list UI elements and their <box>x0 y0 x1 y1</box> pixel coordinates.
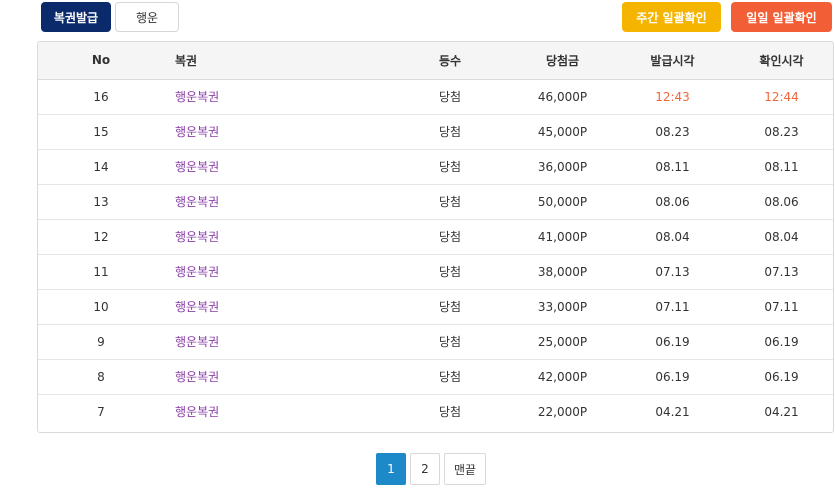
table-row: 13 행운복권 당첨 50,000P 08.06 08.06 <box>38 183 833 219</box>
row-issued-at: 08.04 <box>615 218 730 254</box>
row-issued-at: 08.11 <box>615 148 730 184</box>
row-no: 7 <box>38 393 164 429</box>
row-no: 9 <box>38 323 164 359</box>
header-prize: 당첨금 <box>510 42 615 80</box>
row-prize: 33,000P <box>510 288 615 324</box>
row-prize: 22,000P <box>510 393 615 429</box>
lottery-table: No 복권 등수 당첨금 발급시각 확인시각 16 행운복권 당첨 46,000P 12… <box>38 42 833 429</box>
row-prize: 41,000P <box>510 218 615 254</box>
lottery-name-link[interactable]: 행운복권 <box>164 183 390 219</box>
row-rank: 당첨 <box>390 113 510 149</box>
row-no: 16 <box>93 89 109 104</box>
row-prize: 45,000P <box>510 113 615 149</box>
row-no: 15 <box>38 113 164 149</box>
row-rank: 당첨 <box>390 218 510 254</box>
table-row: 8 행운복권 당첨 42,000P 06.19 06.19 <box>38 358 833 394</box>
row-no: 11 <box>38 253 164 289</box>
row-rank: 당첨 <box>390 183 510 219</box>
header-no: No <box>38 42 164 80</box>
lottery-name-link[interactable]: 행운복권 <box>164 358 390 394</box>
luck-tab-button[interactable]: 행운 <box>115 2 179 32</box>
row-rank: 당첨 <box>390 323 510 359</box>
row-prize: 36,000P <box>510 148 615 184</box>
row-checked-at: 06.19 <box>730 323 833 359</box>
row-checked-at: 07.11 <box>730 288 833 324</box>
row-checked-at: 08.23 <box>730 113 833 149</box>
lottery-name-link[interactable]: 행운복권 <box>164 253 390 289</box>
row-prize: 38,000P <box>510 253 615 289</box>
row-no: 12 <box>38 218 164 254</box>
row-no: 8 <box>38 358 164 394</box>
row-checked-at: 07.13 <box>730 253 833 289</box>
table-row: 14 행운복권 당첨 36,000P 08.11 08.11 <box>38 148 833 184</box>
header-rank: 등수 <box>390 42 510 80</box>
lottery-name-link[interactable]: 행운복권 <box>164 148 390 184</box>
row-issued-at: 07.13 <box>615 253 730 289</box>
row-checked-at: 08.11 <box>730 148 833 184</box>
page-2-button[interactable]: 2 <box>410 453 440 485</box>
pagination: 1 2 맨끝 <box>376 453 487 485</box>
daily-bulk-confirm-button[interactable]: 일일 일괄확인 <box>731 2 832 32</box>
row-checked-at: 06.19 <box>730 358 833 394</box>
table-row: 9 행운복권 당첨 25,000P 06.19 06.19 <box>38 323 833 359</box>
row-issued-at: 07.11 <box>615 288 730 324</box>
row-issued-at: 08.06 <box>615 183 730 219</box>
row-rank: 당첨 <box>390 358 510 394</box>
row-prize: 42,000P <box>510 358 615 394</box>
row-rank: 당첨 <box>390 393 510 429</box>
table-row: 15 행운복권 당첨 45,000P 08.23 08.23 <box>38 113 833 149</box>
row-rank: 당첨 <box>390 253 510 289</box>
row-no: 14 <box>38 148 164 184</box>
row-issued-at: 06.19 <box>615 323 730 359</box>
table-row: 12 행운복권 당첨 41,000P 08.04 08.04 <box>38 218 833 254</box>
row-no: 13 <box>38 183 164 219</box>
table-body: 16 행운복권 당첨 46,000P 12:43 12:44 15 행운복권 당첨 45,000P… <box>38 79 833 429</box>
last-page-button[interactable]: 맨끝 <box>444 453 487 485</box>
row-no: 10 <box>38 288 164 324</box>
row-checked-at: 04.21 <box>730 393 833 429</box>
lottery-name-link[interactable]: 행운복권 <box>164 393 390 429</box>
row-checked-at: 12:44 <box>764 89 799 104</box>
row-rank: 당첨 <box>438 90 462 104</box>
header-checked-at: 확인시각 <box>730 42 833 80</box>
row-issued-at: 08.23 <box>615 113 730 149</box>
row-checked-at: 08.06 <box>730 183 833 219</box>
row-prize: 25,000P <box>510 323 615 359</box>
row-issued-at: 12:43 <box>655 89 690 104</box>
row-issued-at: 04.21 <box>615 393 730 429</box>
row-prize: 50,000P <box>510 183 615 219</box>
row-prize: 46,000P <box>537 89 588 104</box>
lottery-table-container: No 복권 등수 당첨금 발급시각 확인시각 16 행운복권 당첨 46,000P 12… <box>37 41 834 433</box>
row-rank: 당첨 <box>390 148 510 184</box>
row-checked-at: 08.04 <box>730 218 833 254</box>
table-row: 11 행운복권 당첨 38,000P 07.13 07.13 <box>38 253 833 289</box>
weekly-bulk-confirm-button[interactable]: 주간 일괄확인 <box>622 2 721 32</box>
table-row: 7 행운복권 당첨 22,000P 04.21 04.21 <box>38 393 833 429</box>
row-rank: 당첨 <box>390 288 510 324</box>
page-1-button[interactable]: 1 <box>376 453 406 485</box>
header-lottery: 복권 <box>164 42 390 80</box>
table-header: No 복권 등수 당첨금 발급시각 확인시각 <box>38 42 833 80</box>
lottery-name-link[interactable]: 행운복권 <box>164 218 390 254</box>
lottery-name-link[interactable]: 행운복권 <box>164 79 390 114</box>
lottery-name-link[interactable]: 행운복권 <box>164 288 390 324</box>
header-issued-at: 발급시각 <box>615 42 730 80</box>
lottery-name-link[interactable]: 행운복권 <box>164 323 390 359</box>
table-row: 16 행운복권 당첨 46,000P 12:43 12:44 <box>38 79 833 114</box>
issue-lottery-button[interactable]: 복권발급 <box>41 2 111 32</box>
table-row: 10 행운복권 당첨 33,000P 07.11 07.11 <box>38 288 833 324</box>
lottery-name-link[interactable]: 행운복권 <box>164 113 390 149</box>
row-issued-at: 06.19 <box>615 358 730 394</box>
